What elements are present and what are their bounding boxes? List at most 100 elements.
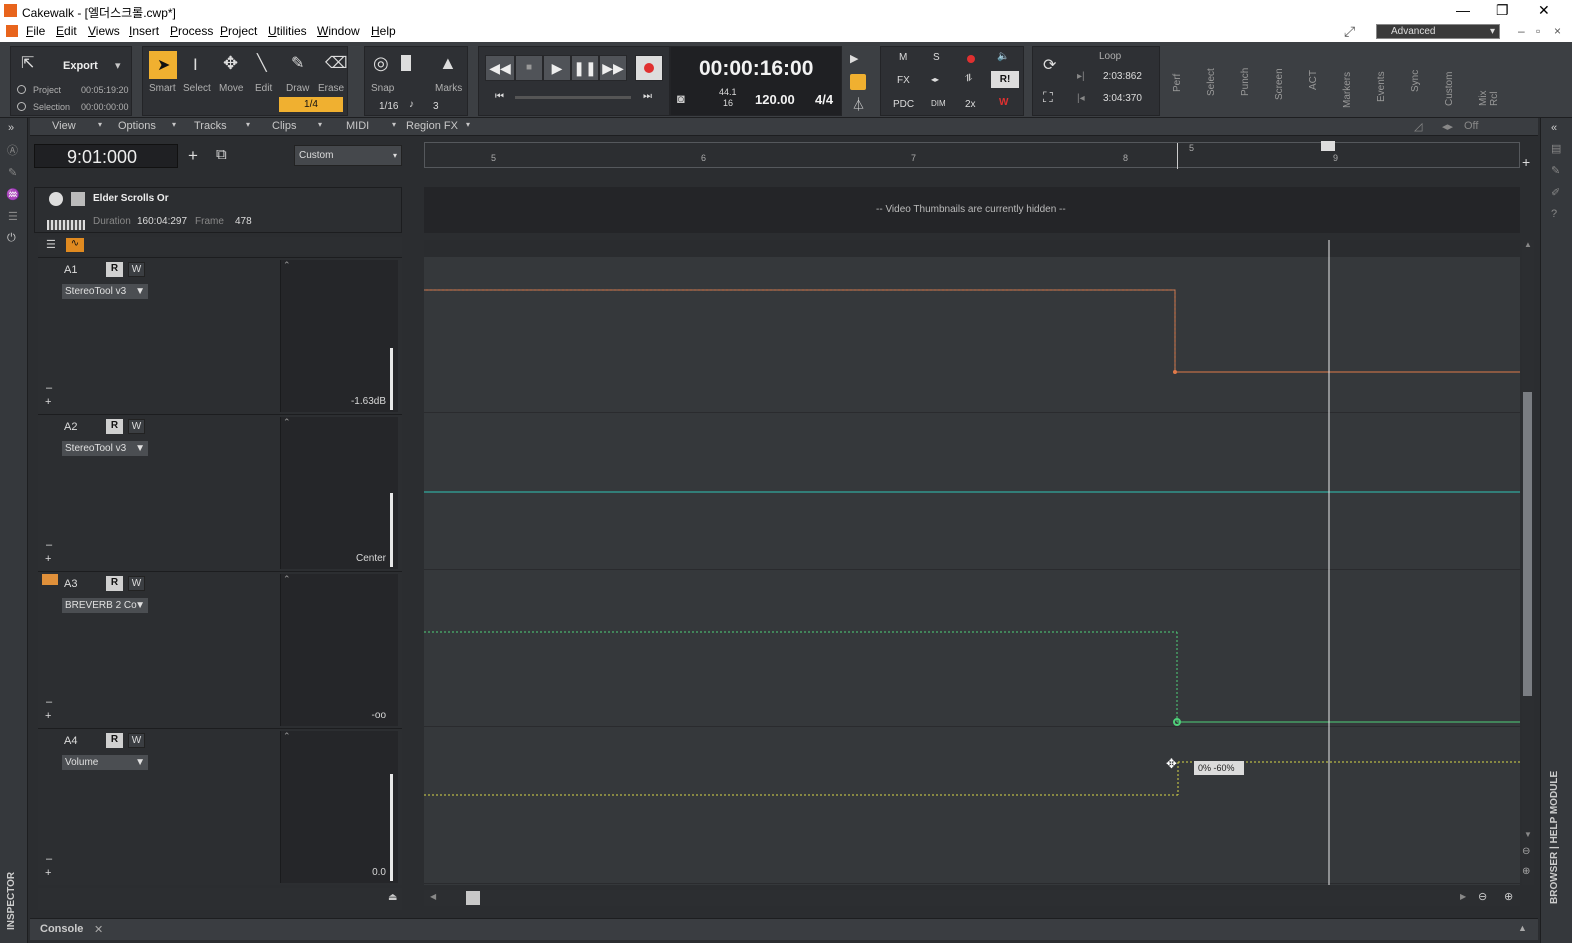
envelope-node-a1[interactable]: [1173, 370, 1177, 374]
track-icon[interactable]: Ⓐ: [7, 142, 18, 158]
expand-console-icon[interactable]: ▲: [1518, 923, 1527, 933]
envelope-a1[interactable]: [424, 289, 1520, 373]
add-marker-icon[interactable]: +: [1522, 154, 1530, 170]
speaker-icon[interactable]: 🔈: [997, 51, 1009, 62]
media-icon[interactable]: ▤: [1551, 142, 1561, 155]
track-view-preset-select[interactable]: Custom ▾: [294, 145, 402, 166]
meter-display[interactable]: 4/4: [815, 92, 833, 107]
auto-record-button[interactable]: [850, 74, 866, 90]
eject-icon[interactable]: ⏏: [388, 892, 397, 903]
loop-end[interactable]: 3:04:370: [1103, 93, 1142, 104]
vertical-scroll-thumb[interactable]: [1523, 392, 1532, 696]
collapse-icon[interactable]: –: [46, 382, 52, 394]
loop-start[interactable]: 2:03:862: [1103, 71, 1142, 82]
menu-utilities[interactable]: Utilities: [268, 24, 307, 38]
snap-mode-icon[interactable]: [401, 55, 411, 71]
expand-icon[interactable]: +: [45, 396, 51, 408]
mute-all-button[interactable]: M: [899, 52, 907, 63]
write-automation-button[interactable]: W: [128, 733, 145, 748]
console-tab[interactable]: Console: [40, 923, 83, 935]
doc-close-icon[interactable]: ×: [1554, 24, 1561, 38]
menu-file[interactable]: File: [26, 24, 45, 38]
module-sync[interactable]: Sync: [1410, 70, 1421, 92]
automation-lane-icon[interactable]: ∿: [66, 238, 84, 252]
collapse-browser-icon[interactable]: «: [1551, 122, 1557, 134]
go-to-end-icon[interactable]: ⏭: [643, 91, 652, 102]
solo-all-button[interactable]: S: [933, 52, 940, 63]
menu-tv-clips[interactable]: Clips: [272, 120, 296, 132]
help-icon[interactable]: ?: [1551, 208, 1557, 220]
read-automation-button[interactable]: R: [106, 419, 123, 434]
menu-tv-regionfx[interactable]: Region FX: [406, 120, 458, 132]
browser-help-label[interactable]: BROWSER | HELP MODULE: [1549, 771, 1560, 904]
doc-minimize-icon[interactable]: –: [1518, 24, 1525, 38]
tempo-display[interactable]: 120.00: [755, 92, 795, 107]
menu-project[interactable]: Project: [220, 24, 257, 38]
export-button[interactable]: Export: [63, 60, 98, 72]
off-label[interactable]: Off: [1464, 120, 1478, 132]
module-perf[interactable]: Perf: [1172, 42, 1183, 92]
scroll-icon[interactable]: ◂▸: [1442, 120, 1453, 133]
record-arm-icon[interactable]: [967, 55, 975, 63]
minimize-icon[interactable]: —: [1456, 2, 1470, 18]
collapse-icon[interactable]: –: [46, 539, 52, 551]
loop-toggle-icon[interactable]: ⟳: [1043, 55, 1056, 75]
menu-window[interactable]: Window: [317, 24, 360, 38]
pause-button[interactable]: ❚❚: [571, 55, 599, 81]
snap-number[interactable]: 3: [433, 101, 439, 112]
smart-tool-button[interactable]: ➤: [149, 51, 177, 79]
module-custom[interactable]: Custom: [1444, 72, 1455, 106]
write-automation-button[interactable]: W: [128, 419, 145, 434]
menu-edit[interactable]: Edit: [56, 24, 77, 38]
automation-param-select[interactable]: Volume ▼: [62, 755, 148, 770]
collapse-icon[interactable]: –: [46, 853, 52, 865]
automation-param-select[interactable]: BREVERB 2 Co ▼: [62, 598, 148, 613]
pdc-button[interactable]: PDC: [893, 99, 914, 110]
export-icon[interactable]: ⇱: [21, 53, 34, 73]
scroll-right-icon[interactable]: ▶: [1460, 892, 1466, 901]
stop-button[interactable]: ■: [515, 55, 543, 81]
scroll-up-icon[interactable]: ▲: [1524, 240, 1532, 249]
module-act[interactable]: ACT: [1308, 70, 1319, 90]
restore-icon[interactable]: ❐: [1496, 2, 1509, 19]
time-ruler[interactable]: 5 6 7 8 5 9: [424, 141, 1520, 169]
clip-icon[interactable]: ✎: [8, 166, 17, 179]
notes-icon[interactable]: ✐: [1551, 186, 1560, 199]
snap-grid-icon[interactable]: ◿: [1414, 120, 1422, 133]
zoom-in-horizontal-icon[interactable]: ⊕: [1504, 890, 1513, 903]
horizontal-scroll-thumb[interactable]: [466, 891, 480, 905]
module-screen[interactable]: Screen: [1274, 68, 1285, 100]
double-button[interactable]: 2x: [965, 99, 976, 110]
export-dropdown-icon[interactable]: ▾: [115, 59, 121, 72]
snap-icon[interactable]: ◎: [373, 53, 389, 74]
select-tool-icon[interactable]: Ⅰ: [193, 55, 198, 75]
automation-param-select[interactable]: StereoTool v3 ▼: [62, 284, 148, 299]
record-button[interactable]: [635, 55, 663, 81]
menu-tv-tracks[interactable]: Tracks: [194, 120, 227, 132]
video-power-icon[interactable]: [49, 192, 63, 206]
metronome-icon[interactable]: ◙: [677, 91, 685, 106]
expand-icon[interactable]: +: [45, 867, 51, 879]
write-automation-button[interactable]: W: [128, 576, 145, 591]
menu-help[interactable]: Help: [371, 24, 396, 38]
tool-snap-value[interactable]: 1/4: [279, 97, 343, 112]
close-console-icon[interactable]: ✕: [94, 923, 103, 936]
clips-pane[interactable]: ✥ 0% -60%: [424, 240, 1520, 885]
zoom-out-vertical-icon[interactable]: ⊖: [1522, 846, 1530, 857]
module-events[interactable]: Events: [1376, 71, 1387, 102]
expand-icon[interactable]: +: [45, 710, 51, 722]
metronome-toggle-icon[interactable]: ⏃: [852, 94, 865, 113]
horizontal-scrollbar[interactable]: ◀ ▶ ⊖ ⊕: [424, 890, 1520, 906]
link-icon[interactable]: ◂▸: [931, 75, 939, 84]
selection-radio[interactable]: [17, 102, 26, 111]
menu-tv-view[interactable]: View: [52, 120, 76, 132]
module-mix-recall[interactable]: Mix Rcl: [1478, 84, 1500, 106]
menu-process[interactable]: Process: [170, 24, 213, 38]
power-icon[interactable]: ⏻: [7, 232, 16, 245]
marks-icon[interactable]: ▲: [439, 53, 457, 74]
loop-start-marker[interactable]: [1177, 143, 1178, 169]
app-menu-icon[interactable]: [6, 25, 18, 37]
fx-button[interactable]: FX: [897, 75, 910, 86]
zoom-in-vertical-icon[interactable]: ⊕: [1522, 866, 1530, 877]
read-automation-button[interactable]: R: [106, 262, 123, 277]
